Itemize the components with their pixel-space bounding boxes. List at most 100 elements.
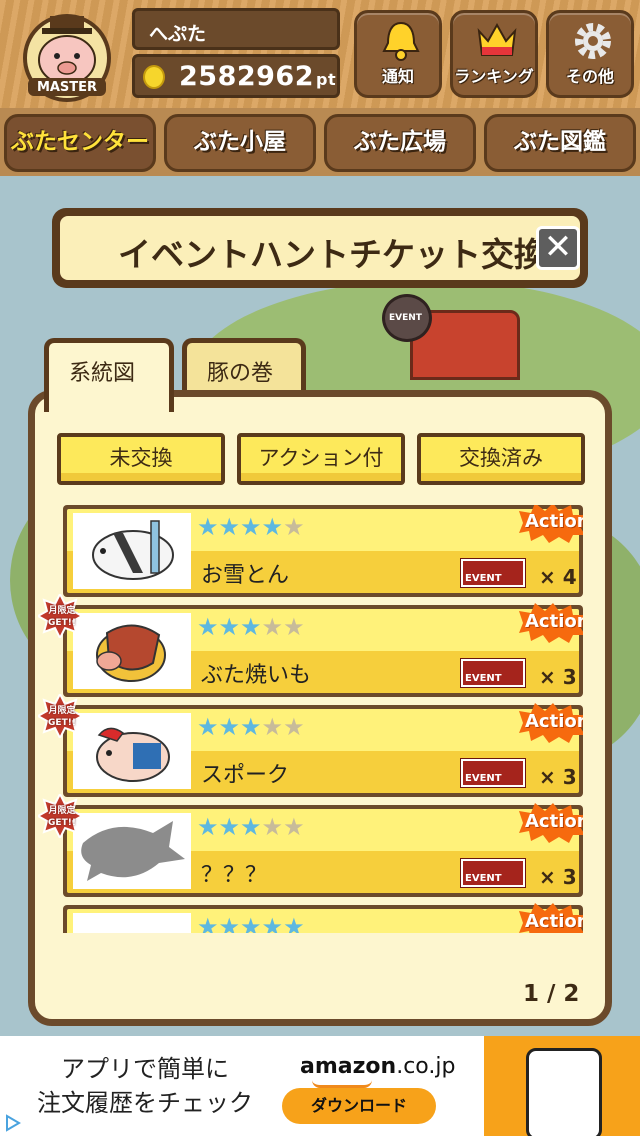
- rarity-stars: ★★★★★: [197, 513, 305, 541]
- item-thumbnail: [73, 713, 191, 789]
- item-thumbnail: [73, 613, 191, 689]
- rarity-stars: ★★★★★: [197, 613, 305, 641]
- ad-brand-tld: .co.jp: [396, 1054, 456, 1079]
- avatar-badge-label: MASTER: [36, 80, 98, 95]
- bell-icon: [382, 21, 420, 61]
- item-thumbnail: [73, 913, 191, 933]
- dialog-title: イベントハントチケット交換所: [118, 235, 580, 274]
- notification-label: 通知: [381, 67, 414, 86]
- limited-badge: 月限定 GET!!: [35, 591, 85, 641]
- amazon-smile-icon: [312, 1080, 372, 1088]
- list-item-body: ★★★★★ スポーク EVENT × 3 Action: [67, 703, 583, 793]
- limited-badge-line1: 月限定: [48, 706, 76, 716]
- tab-buta-center[interactable]: ぶたセンター: [4, 114, 156, 172]
- ad-image-panel: [484, 1036, 640, 1136]
- list-item-body: ★★★★★ ？？？ EVENT × 3 Action: [67, 803, 583, 893]
- silhouette-icon: [81, 821, 185, 881]
- event-badge: EVENT: [460, 758, 526, 788]
- header-bar: MASTER へぷた 2582962 pt 通知 ランキング その他: [0, 0, 640, 108]
- ad-banner[interactable]: アプリで簡単に 注文履歴をチェック amazon.co.jp ダウンロード: [0, 1036, 640, 1136]
- item-thumbnail: [73, 513, 191, 589]
- item-name: スポーク: [201, 763, 290, 788]
- points-value: 2582962: [179, 61, 315, 92]
- crown-icon: [477, 22, 517, 56]
- user-name: へぷた: [149, 23, 207, 45]
- event-badge: EVENT: [460, 558, 526, 588]
- gear-icon: [575, 23, 611, 59]
- item-name: ？？？: [201, 863, 268, 888]
- action-badge-label: Action: [525, 811, 583, 832]
- list-item-body: ★★★★★ Action: [67, 903, 583, 933]
- ad-choices-icon[interactable]: [4, 1114, 22, 1132]
- close-button[interactable]: ✕: [536, 226, 580, 270]
- ranking-label: ランキング: [454, 67, 534, 86]
- list-item[interactable]: ★★★★★ スポーク EVENT × 3 Action: [63, 703, 583, 797]
- action-badge: Action: [519, 505, 583, 543]
- list-item[interactable]: ★★★★★ お雪とん EVENT × 4 Action: [63, 505, 583, 597]
- event-sign-label: EVENT: [389, 313, 422, 323]
- limited-badge-line2: GET!!: [48, 818, 76, 828]
- other-label: その他: [565, 67, 614, 86]
- action-badge: Action: [519, 703, 583, 743]
- event-badge: EVENT: [460, 658, 526, 688]
- points-display: 2582962 pt: [179, 61, 336, 92]
- item-thumbnail: [73, 813, 191, 889]
- list-item[interactable]: ★★★★★ ？？？ EVENT × 3 Action: [63, 803, 583, 897]
- panel-tab-label: 豚の巻: [207, 361, 274, 386]
- limited-badge-line1: 月限定: [48, 806, 76, 816]
- filter-exchanged-button[interactable]: 交換済み: [417, 433, 585, 485]
- rarity-stars: ★★★★★: [197, 913, 305, 933]
- action-badge-label: Action: [525, 511, 583, 532]
- user-avatar[interactable]: MASTER: [12, 8, 122, 102]
- points-unit: pt: [316, 70, 337, 89]
- limited-badge: 月限定 GET!!: [35, 691, 85, 741]
- dialog-title-banner: イベントハントチケット交換所 ✕: [52, 208, 588, 288]
- item-count: × 3: [539, 665, 577, 689]
- list-item[interactable]: ★★★★★ ぶた焼いも EVENT × 3 Action: [63, 603, 583, 697]
- tab-buta-koya[interactable]: ぶた小屋: [164, 114, 316, 172]
- filter-unexchanged-button[interactable]: 未交換: [57, 433, 225, 485]
- ad-copy-line1: アプリで簡単に: [61, 1055, 229, 1083]
- main-tab-bar: ぶたセンター ぶた小屋 ぶた広場 ぶた図鑑: [0, 108, 640, 176]
- exchange-panel: 未交換 アクション付 交換済み ★★★★★ お雪とん EVENT × 4 Act…: [28, 390, 612, 1026]
- event-sign: EVENT: [382, 294, 432, 342]
- rarity-stars: ★★★★★: [197, 813, 305, 841]
- coin-icon: [143, 65, 165, 89]
- item-name: ぶた焼いも: [201, 663, 312, 688]
- item-count: × 4: [539, 565, 577, 589]
- limited-badge-line1: 月限定: [48, 606, 76, 616]
- ad-copy: アプリで簡単に 注文履歴をチェック: [20, 1052, 270, 1120]
- panel-tab-keitouzu[interactable]: 系統図: [44, 338, 174, 412]
- pig-illustration-icon: [92, 520, 174, 580]
- event-badge: EVENT: [460, 858, 526, 888]
- rarity-stars: ★★★★★: [197, 713, 305, 741]
- ad-brand-name: amazon: [300, 1054, 397, 1079]
- item-list: ★★★★★ お雪とん EVENT × 4 Action: [63, 505, 583, 933]
- limited-badge: 月限定 GET!!: [35, 791, 85, 841]
- phone-icon: [526, 1048, 602, 1136]
- ad-download-button[interactable]: ダウンロード: [282, 1088, 436, 1124]
- action-badge: Action: [519, 903, 583, 933]
- page-indicator: 1 / 2: [523, 981, 580, 1007]
- ranking-button[interactable]: ランキング: [450, 10, 538, 98]
- panel-tab-label: 系統図: [69, 361, 136, 386]
- action-badge-label: Action: [525, 911, 583, 932]
- other-button[interactable]: その他: [546, 10, 634, 98]
- limited-badge-line2: GET!!: [48, 618, 76, 628]
- tab-buta-zukan[interactable]: ぶた図鑑: [484, 114, 636, 172]
- action-badge: Action: [519, 603, 583, 643]
- notification-button[interactable]: 通知: [354, 10, 442, 98]
- pig-illustration-icon: [96, 727, 170, 782]
- dialog-title-inner: イベントハントチケット交換所 ✕: [60, 216, 580, 280]
- action-badge: Action: [519, 803, 583, 843]
- list-item-body: ★★★★★ お雪とん EVENT × 4 Action: [67, 505, 583, 593]
- item-name: お雪とん: [201, 563, 290, 588]
- item-count: × 3: [539, 865, 577, 889]
- ad-copy-line2: 注文履歴をチェック: [37, 1089, 253, 1117]
- tab-buta-hiroba[interactable]: ぶた広場: [324, 114, 476, 172]
- action-badge-label: Action: [525, 611, 583, 632]
- ad-brand-logo: amazon.co.jp: [300, 1054, 455, 1079]
- filter-action-button[interactable]: アクション付: [237, 433, 405, 485]
- pig-illustration-icon: [96, 624, 166, 682]
- list-item[interactable]: ★★★★★ Action: [63, 903, 583, 933]
